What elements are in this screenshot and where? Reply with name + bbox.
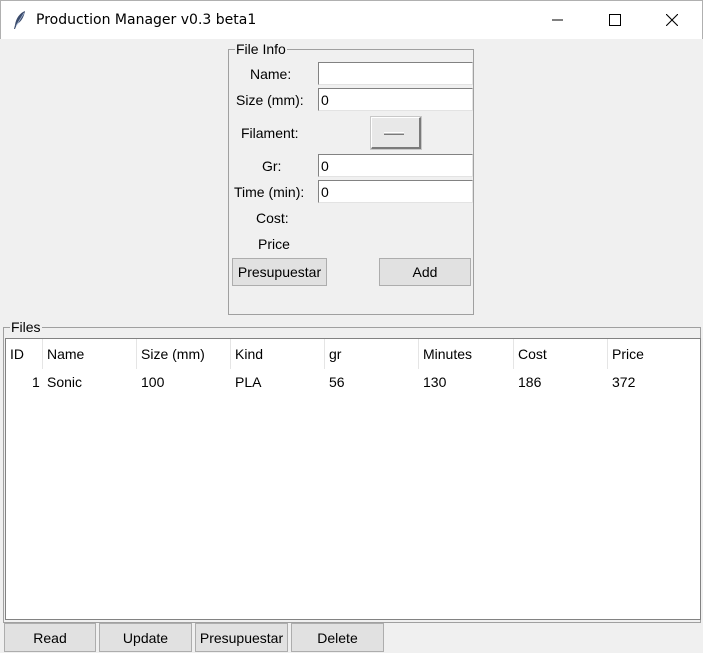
files-legend: Files	[10, 319, 42, 335]
column-header-size[interactable]: Size (mm)	[137, 339, 205, 369]
close-button[interactable]	[649, 1, 695, 39]
maximize-button[interactable]	[592, 1, 638, 39]
column-header-cost[interactable]: Cost	[514, 339, 547, 369]
gr-input[interactable]	[318, 154, 473, 177]
column-header-minutes[interactable]: Minutes	[419, 339, 472, 369]
title-bar: Production Manager v0.3 beta1	[0, 0, 703, 39]
cell-kind: PLA	[235, 374, 262, 390]
cell-id: 1	[32, 374, 40, 390]
cell-cost: 186	[518, 374, 542, 390]
table-header: ID Name Size (mm) Kind gr Minutes Cost P…	[6, 339, 700, 369]
files-group: Files ID Name Size (mm) Kind gr Minutes …	[3, 319, 701, 623]
time-input[interactable]	[318, 180, 473, 203]
table-row[interactable]: 1 Sonic 100 PLA 56 130 186 372	[6, 370, 700, 394]
presupuestar-button[interactable]: Presupuestar	[232, 258, 327, 286]
column-header-price[interactable]: Price	[608, 339, 644, 369]
cell-gr: 56	[329, 374, 345, 390]
window-title: Production Manager v0.3 beta1	[36, 12, 257, 28]
column-header-gr[interactable]: gr	[325, 339, 341, 369]
minimize-button[interactable]	[535, 1, 581, 39]
filament-menu-button[interactable]	[371, 117, 421, 149]
option-menu-indicator-icon	[384, 132, 404, 135]
column-header-name[interactable]: Name	[43, 339, 84, 369]
cell-price: 372	[612, 374, 636, 390]
file-info-group: File Info Name: Size (mm): Filament: Gr:…	[228, 41, 474, 315]
files-table[interactable]: ID Name Size (mm) Kind gr Minutes Cost P…	[5, 338, 701, 620]
add-button[interactable]: Add	[379, 258, 471, 286]
gr-label: Gr:	[262, 158, 282, 174]
column-header-kind[interactable]: Kind	[231, 339, 263, 369]
cell-name: Sonic	[47, 374, 83, 390]
name-label: Name:	[250, 66, 292, 82]
close-icon	[666, 14, 678, 26]
cell-minutes: 130	[423, 374, 447, 390]
maximize-icon	[609, 14, 621, 26]
read-button[interactable]: Read	[4, 623, 96, 652]
name-input[interactable]	[318, 62, 473, 85]
size-input[interactable]	[318, 88, 473, 111]
cost-label: Cost:	[256, 210, 289, 226]
time-label: Time (min):	[234, 184, 305, 200]
update-button[interactable]: Update	[99, 623, 192, 652]
delete-button[interactable]: Delete	[291, 623, 384, 652]
column-header-id[interactable]: ID	[6, 339, 24, 369]
presupuestar-list-button[interactable]: Presupuestar	[195, 623, 288, 652]
cell-size: 100	[141, 374, 165, 390]
file-info-legend: File Info	[235, 41, 287, 57]
feather-icon	[14, 11, 25, 29]
size-label: Size (mm):	[236, 92, 304, 108]
price-label: Price	[258, 236, 290, 252]
filament-label: Filament:	[241, 125, 299, 141]
minimize-icon	[552, 19, 563, 21]
